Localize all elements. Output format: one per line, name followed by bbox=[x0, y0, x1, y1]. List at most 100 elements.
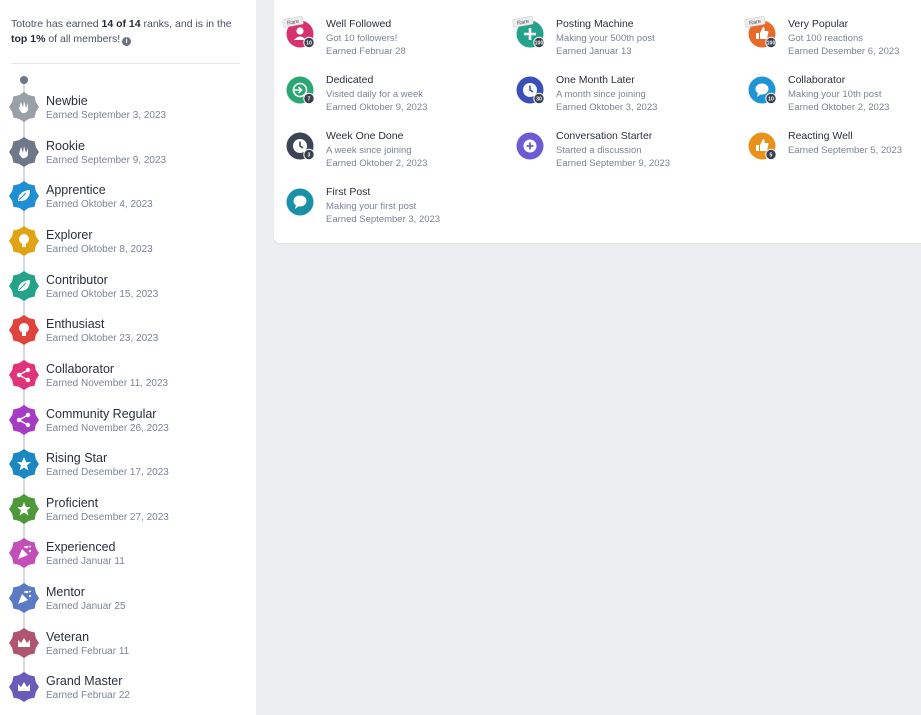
summary-suffix: of all members! bbox=[45, 33, 121, 45]
party-icon bbox=[9, 538, 39, 568]
achievement-item[interactable]: 10 Rare Well Followed Got 10 followers! Earn… bbox=[282, 16, 494, 68]
rank-item: Mentor Earned Januar 25 bbox=[9, 583, 249, 617]
user-icon: 10 Rare bbox=[282, 16, 316, 50]
rank-item: Enthusiast Earned Oktober 23, 2023 bbox=[9, 315, 249, 349]
achievement-item[interactable]: Conversation Starter Started a discussion… bbox=[514, 130, 724, 180]
achievement-count: 10 bbox=[768, 97, 774, 103]
achievement-earned-date: Earned Oktober 2, 2023 bbox=[788, 102, 890, 113]
achievement-count: 30 bbox=[536, 97, 542, 103]
info-icon[interactable]: i bbox=[122, 37, 132, 46]
achievement-earned-date: Earned Februar 28 bbox=[326, 46, 406, 57]
achievement-item[interactable]: 10 Collaborator Making your 10th post Earne… bbox=[746, 74, 921, 124]
chat-bubble-icon: 10 bbox=[746, 74, 778, 106]
achievement-earned-date: Earned September 9, 2023 bbox=[556, 158, 671, 169]
rank-earned-date: Earned Februar 22 bbox=[46, 690, 130, 701]
achievement-description: A week since joining bbox=[326, 145, 412, 156]
rank-earned-date: Earned Januar 11 bbox=[46, 556, 125, 567]
hand-wave-icon bbox=[9, 137, 39, 167]
ranks-panel: Tototre has earned 14 of 14 ranks, and i… bbox=[0, 0, 256, 715]
achievement-item[interactable]: First Post Making your first post Earned S… bbox=[284, 186, 494, 236]
achievement-description: Making your 10th post bbox=[788, 89, 882, 100]
rank-earned-date: Earned Desember 17, 2023 bbox=[46, 467, 169, 478]
rank-item: Newbie Earned September 3, 2023 bbox=[9, 92, 249, 126]
achievement-title: First Post bbox=[326, 186, 371, 198]
achievement-title: Conversation Starter bbox=[556, 130, 653, 142]
plus-icon: 100 Rare bbox=[512, 16, 546, 50]
achievement-item[interactable]: 100 Rare Very Popular Got 100 reactions Earn… bbox=[744, 16, 921, 68]
rank-item: Veteran Earned Februar 11 bbox=[9, 628, 249, 662]
rank-earned-date: Earned Oktober 15, 2023 bbox=[46, 289, 159, 300]
achievement-description: Visited daily for a week bbox=[326, 89, 423, 100]
rank-name: Community Regular bbox=[46, 407, 157, 421]
star-icon bbox=[9, 494, 39, 524]
rank-item: Apprentice Earned Oktober 4, 2023 bbox=[9, 181, 249, 215]
achievement-description: Making your first post bbox=[326, 201, 417, 212]
achievement-earned-date: Earned Oktober 2, 2023 bbox=[326, 158, 428, 169]
rank-name: Apprentice bbox=[46, 183, 106, 197]
achievement-count: 10 bbox=[306, 41, 312, 47]
share-icon bbox=[9, 405, 39, 435]
rank-earned-date: Earned November 26, 2023 bbox=[46, 423, 169, 434]
rank-earned-date: Earned Januar 25 bbox=[46, 601, 126, 612]
thumbs-up-icon: 5 bbox=[746, 130, 778, 162]
achievement-count: 5 bbox=[770, 153, 773, 159]
achievement-title: Week One Done bbox=[326, 130, 404, 142]
achievement-description: Got 100 reactions bbox=[788, 33, 863, 44]
achievement-earned-date: Earned Desember 6, 2023 bbox=[788, 46, 900, 57]
achievement-title: One Month Later bbox=[556, 74, 635, 86]
achievement-item[interactable]: 7 Dedicated Visited daily for a week Earned… bbox=[284, 74, 494, 124]
chat-bubble-icon bbox=[284, 186, 316, 218]
timeline-start-dot bbox=[20, 76, 28, 84]
achievement-item[interactable]: 3 Week One Done A week since joining Earned… bbox=[284, 130, 494, 180]
rank-name: Collaborator bbox=[46, 362, 115, 376]
achievement-title: Collaborator bbox=[788, 74, 846, 86]
summary-count: 14 of 14 bbox=[101, 18, 141, 30]
rank-earned-date: Earned September 3, 2023 bbox=[46, 110, 167, 121]
share-icon bbox=[9, 360, 39, 390]
divider bbox=[11, 63, 240, 64]
rank-item: Collaborator Earned November 11, 2023 bbox=[9, 360, 249, 394]
crown-icon bbox=[9, 672, 39, 702]
achievement-item[interactable]: 30 One Month Later A month since joining Ea… bbox=[514, 74, 724, 124]
achievement-item[interactable]: 5 Reacting Well Earned September 5, 2023 bbox=[746, 130, 921, 180]
achievement-item[interactable]: 100 Rare Posting Machine Making your 500th … bbox=[512, 16, 724, 68]
rank-item: Community Regular Earned November 26, 202… bbox=[9, 405, 249, 439]
rank-name: Rising Star bbox=[46, 451, 108, 465]
rank-item: Proficient Earned Desember 27, 2023 bbox=[9, 494, 249, 528]
thumbs-up-icon: 100 Rare bbox=[744, 16, 778, 50]
achievement-count: 7 bbox=[308, 97, 311, 103]
crown-icon bbox=[9, 628, 39, 658]
achievement-title: Well Followed bbox=[326, 18, 392, 30]
rank-name: Experienced bbox=[46, 540, 116, 554]
rank-item: Experienced Earned Januar 11 bbox=[9, 538, 249, 572]
rank-earned-date: Earned September 9, 2023 bbox=[46, 155, 167, 166]
achievement-title: Dedicated bbox=[326, 74, 374, 86]
achievement-earned-date: Earned September 5, 2023 bbox=[788, 145, 903, 156]
achievements-card: 10 Rare Well Followed Got 10 followers! Earn… bbox=[274, 0, 921, 243]
rank-name: Explorer bbox=[46, 228, 93, 242]
rank-earned-date: Earned Oktober 8, 2023 bbox=[46, 244, 153, 255]
rank-name: Enthusiast bbox=[46, 317, 105, 331]
rank-item: Explorer Earned Oktober 8, 2023 bbox=[9, 226, 249, 260]
party-icon bbox=[9, 583, 39, 613]
rank-name: Newbie bbox=[46, 94, 88, 108]
achievement-earned-date: Earned Oktober 3, 2023 bbox=[556, 102, 658, 113]
achievement-count: 100 bbox=[767, 41, 776, 47]
rank-name: Proficient bbox=[46, 496, 99, 510]
summary-prefix: Tototre has earned bbox=[11, 18, 102, 30]
achievement-description: Started a discussion bbox=[556, 145, 642, 156]
login-icon: 7 bbox=[284, 74, 316, 106]
rank-item: Rookie Earned September 9, 2023 bbox=[9, 137, 249, 171]
rank-name: Grand Master bbox=[46, 674, 123, 688]
leaf-icon bbox=[9, 271, 39, 301]
plus-circle-icon bbox=[514, 130, 546, 162]
clock-icon: 30 bbox=[514, 74, 546, 106]
achievement-count: 3 bbox=[308, 153, 311, 159]
summary-top-percent: top 1% bbox=[11, 33, 46, 45]
lightbulb-icon bbox=[9, 226, 39, 256]
achievement-description: A month since joining bbox=[556, 89, 646, 100]
clock-icon: 3 bbox=[284, 130, 316, 162]
summary-middle: ranks, and is in the bbox=[140, 18, 232, 30]
rank-item: Contributor Earned Oktober 15, 2023 bbox=[9, 271, 249, 305]
achievement-description: Got 10 followers! bbox=[326, 33, 398, 44]
